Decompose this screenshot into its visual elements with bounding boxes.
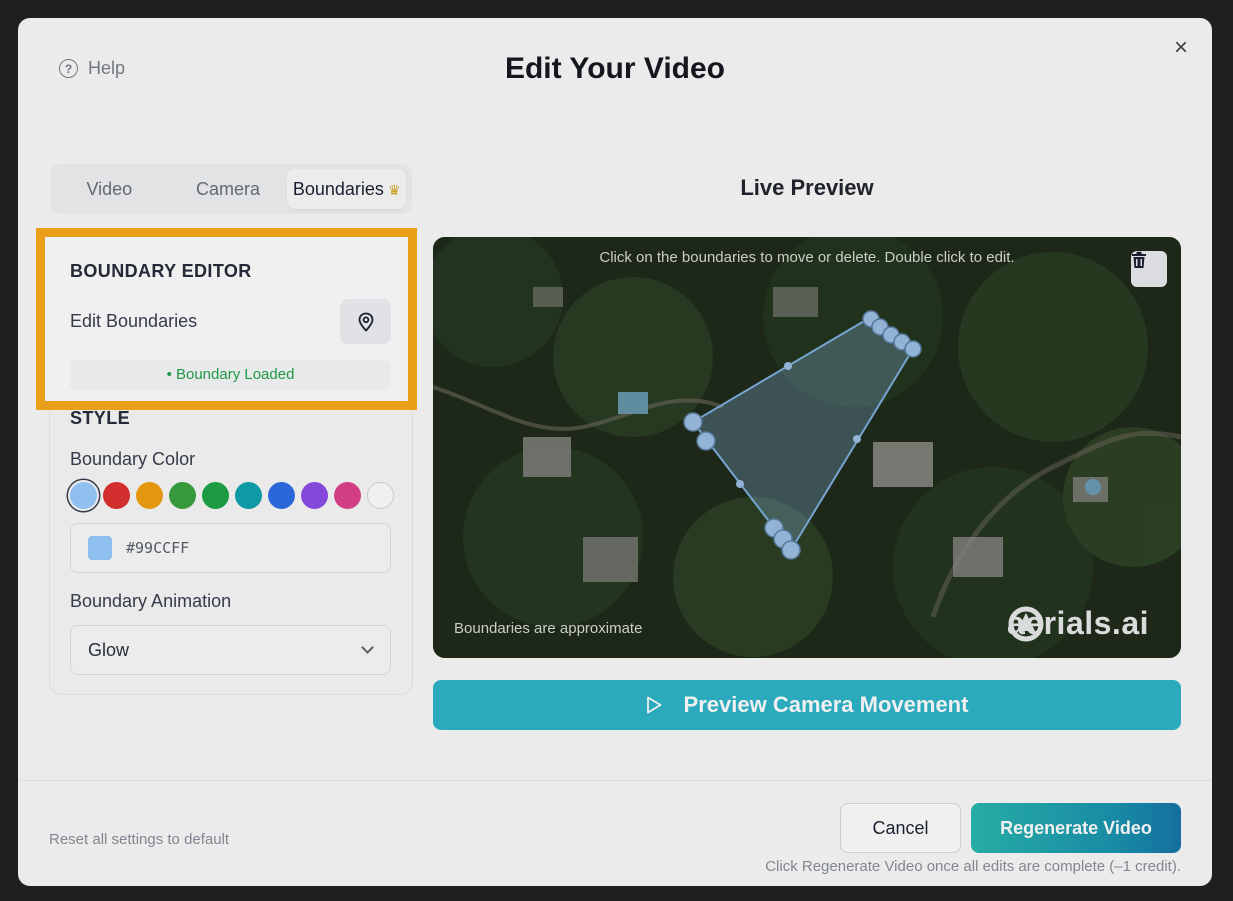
aerial-map-image — [433, 237, 1181, 658]
color-preview-chip — [88, 536, 112, 560]
reset-settings-link[interactable]: Reset all settings to default — [49, 831, 229, 848]
color-swatch[interactable] — [202, 482, 229, 509]
hex-color-input[interactable]: #99CCFF — [70, 523, 391, 573]
animation-select[interactable]: Glow — [70, 625, 391, 675]
boundary-color-label: Boundary Color — [70, 449, 196, 469]
live-preview-map[interactable]: Click on the boundaries to move or delet… — [433, 237, 1181, 658]
trash-icon — [1132, 251, 1146, 268]
boundary-animation-label: Boundary Animation — [70, 591, 232, 611]
cancel-button[interactable]: Cancel — [840, 803, 961, 853]
color-swatch[interactable] — [268, 482, 295, 509]
aerials-logo-icon — [1008, 606, 1044, 642]
aerials-logo: aerials.ai — [1007, 605, 1149, 642]
edit-boundaries-label: Edit Boundaries — [70, 311, 198, 331]
regenerate-video-button[interactable]: Regenerate Video — [971, 803, 1181, 853]
modal-title: Edit Your Video — [504, 52, 726, 85]
preview-camera-movement-button[interactable]: Preview Camera Movement — [433, 680, 1181, 730]
chevron-down-icon — [361, 641, 374, 654]
close-icon[interactable]: × — [1170, 36, 1192, 60]
boundary-status: • Boundary Loaded — [70, 360, 391, 390]
color-swatch[interactable] — [70, 482, 97, 509]
style-heading: STYLE — [70, 408, 131, 428]
tab-bar: Video Camera Boundaries ♛ — [50, 164, 412, 214]
regenerate-note: Click Regenerate Video once all edits ar… — [765, 858, 1181, 875]
tab-boundaries-label: Boundaries — [292, 179, 384, 199]
color-swatches — [70, 482, 394, 509]
color-swatch[interactable] — [169, 482, 196, 509]
preview-camera-movement-label: Preview Camera Movement — [683, 692, 969, 717]
play-icon — [646, 696, 661, 714]
preview-hint: Click on the boundaries to move or delet… — [599, 249, 1015, 266]
live-preview-title: Live Preview — [740, 175, 874, 200]
color-swatch[interactable] — [367, 482, 394, 509]
color-swatch[interactable] — [301, 482, 328, 509]
animation-selected-value: Glow — [88, 639, 130, 660]
color-swatch[interactable] — [103, 482, 130, 509]
tab-video[interactable]: Video — [50, 169, 169, 209]
color-swatch[interactable] — [136, 482, 163, 509]
tab-boundaries[interactable]: Boundaries ♛ — [287, 169, 407, 209]
color-swatch[interactable] — [235, 482, 262, 509]
crown-icon: ♛ — [387, 182, 401, 198]
tab-camera[interactable]: Camera — [169, 169, 288, 209]
color-swatch[interactable] — [334, 482, 361, 509]
delete-boundary-button[interactable] — [1131, 251, 1167, 287]
edit-video-modal: ? Help Edit Your Video × Video Camera Bo… — [18, 18, 1212, 886]
footer-divider — [18, 780, 1212, 781]
hex-color-value: #99CCFF — [126, 539, 190, 557]
map-pin-icon — [358, 312, 373, 332]
approximate-note: Boundaries are approximate — [454, 620, 643, 637]
boundary-editor-heading: BOUNDARY EDITOR — [70, 261, 252, 281]
edit-boundaries-button[interactable] — [340, 299, 391, 344]
